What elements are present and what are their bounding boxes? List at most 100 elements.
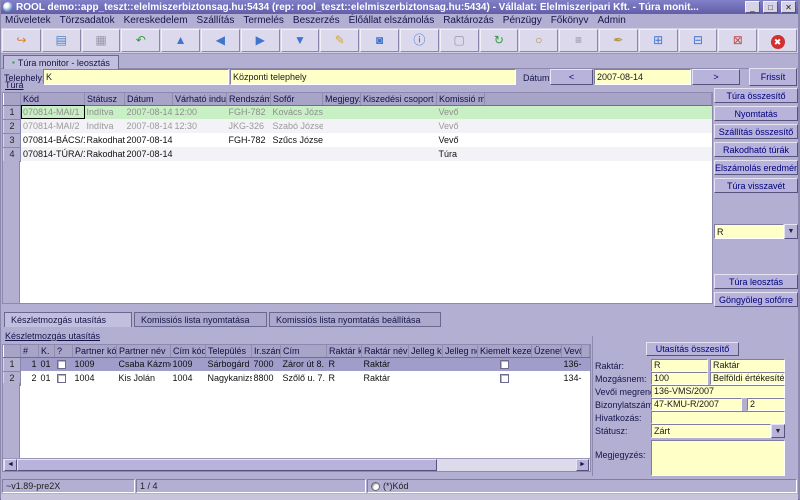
menu-penzugy[interactable]: Pénzügy: [503, 15, 542, 26]
tura-leosztas-button[interactable]: Túra leosztás: [714, 274, 798, 289]
cell-telepules: Nagykanizsa: [206, 371, 252, 385]
scrollbar-thumb[interactable]: [17, 459, 437, 471]
col-filler: [582, 345, 590, 357]
cell-uzenet: [532, 357, 562, 371]
exit-button[interactable]: ↪: [2, 29, 41, 52]
pen-button[interactable]: ✒: [599, 29, 638, 52]
minimize-button[interactable]: _: [745, 1, 760, 13]
tura-osszesito-button[interactable]: Túra összesítő: [714, 88, 798, 103]
raktar-code-input[interactable]: R: [651, 359, 708, 372]
last-record-button[interactable]: ▼: [281, 29, 320, 52]
cell-jelleg-kod: [409, 371, 443, 385]
menu-eloallat-elszamolas[interactable]: Élőállat elszámolás: [349, 15, 435, 26]
search-button[interactable]: ○: [519, 29, 558, 52]
telephely-code-input[interactable]: K: [43, 69, 229, 85]
menu-admin[interactable]: Admin: [598, 15, 626, 26]
row-number[interactable]: 1: [4, 357, 21, 371]
bizonylat-count-input[interactable]: 2: [747, 398, 785, 411]
menu-torzsadatok[interactable]: Törzsadatok: [60, 15, 115, 26]
undo-button[interactable]: ↶: [121, 29, 160, 52]
tura-row[interactable]: 1 070814-MAI/1 Indítva 2007-08-14 12:00 …: [4, 105, 712, 119]
data-button[interactable]: ◙: [360, 29, 399, 52]
date-next-button[interactable]: >: [692, 69, 740, 85]
cell-partner-nev: Kis Jolán: [117, 371, 171, 385]
toolbar: ↪ ▤ ▦ ↶ ▲ ◀ ▶ ▼ ✎ ◙ ⓘ ▢ ↻ ○ ≡ ✒ ⊞ ⊟ ⊠ ✖: [1, 28, 798, 54]
row-number[interactable]: 4: [4, 147, 21, 161]
tura-visszavet-button[interactable]: Túra visszavét: [714, 178, 798, 193]
cell-kod: 070814-TÚRA/1: [21, 147, 85, 161]
cell-statusz: Rakodható: [85, 133, 125, 147]
row-number[interactable]: 2: [4, 119, 21, 133]
keszletmozgas-grid: # K. ? Partner kód Partner név Cím kód T…: [2, 344, 591, 472]
save-button[interactable]: ▦: [82, 29, 121, 52]
elszamolas-eredmeny-button[interactable]: Elszámolás eredmény: [714, 160, 798, 175]
telephely-name-input[interactable]: Központi telephely: [230, 69, 516, 85]
menu-raktarozas[interactable]: Raktározás: [443, 15, 494, 26]
col-telepules: Település: [206, 345, 252, 357]
gongyoleg-soforre-button[interactable]: Göngyöleg sofőrre: [714, 292, 798, 307]
edit-button[interactable]: ✎: [320, 29, 359, 52]
refresh-button[interactable]: ↻: [480, 29, 519, 52]
megjegyzes-textarea[interactable]: [651, 440, 785, 476]
kiemelt-checkbox[interactable]: [500, 374, 509, 383]
raktar-dropdown-value[interactable]: R: [714, 224, 784, 239]
statusz-dropdown-value[interactable]: Zárt: [651, 424, 771, 438]
next-record-button[interactable]: ▶: [241, 29, 280, 52]
refresh-list-button[interactable]: Frissít: [749, 68, 797, 86]
nyomtatas-button[interactable]: Nyomtatás: [714, 106, 798, 121]
bizonylatszam-input[interactable]: 47-KMU-R/2007: [651, 398, 742, 411]
first-record-button[interactable]: ▲: [161, 29, 200, 52]
menu-termeles[interactable]: Termelés: [243, 15, 284, 26]
prev-record-button[interactable]: ◀: [201, 29, 240, 52]
kod-radio[interactable]: [371, 482, 380, 491]
date-prev-button[interactable]: <: [550, 69, 593, 85]
hivatkozas-input[interactable]: [651, 411, 785, 424]
col-raktar-kod: Raktár kód: [327, 345, 362, 357]
close-button[interactable]: ✕: [781, 1, 796, 13]
info-button[interactable]: ⓘ: [400, 29, 439, 52]
keszletmozgas-row[interactable]: 1 1 01 1009 Csaba Kázmér 1009 Sárbogárd …: [4, 357, 590, 371]
scroll-right-icon: ►: [579, 461, 586, 468]
horizontal-scrollbar[interactable]: ◄ ►: [3, 458, 590, 471]
tura-row[interactable]: 2 070814-MAI/2 Indítva 2007-08-14 12:30 …: [4, 119, 712, 133]
tab-label: Komissiós lista nyomtatása: [141, 315, 250, 325]
tura-row[interactable]: 3 070814-BÁCS/1 Rakodható 2007-08-14 FGH…: [4, 133, 712, 147]
tab-keszletmozgas-utasitas[interactable]: Készletmozgás utasítás: [4, 312, 132, 327]
kiemelt-checkbox[interactable]: [500, 360, 509, 369]
row-checkbox[interactable]: [57, 360, 66, 369]
date-input[interactable]: 2007-08-14: [594, 69, 691, 85]
row-number[interactable]: 3: [4, 133, 21, 147]
menu-kereskedelem[interactable]: Kereskedelem: [124, 15, 188, 26]
utasitas-osszesito-button[interactable]: Utasítás összesítő: [646, 342, 739, 356]
tura-section-label: Túra: [5, 80, 24, 90]
cell-rendszam: FGH-782: [227, 105, 271, 119]
tab-komissios-lista-nyomtatasa[interactable]: Komissiós lista nyomtatása: [134, 312, 267, 327]
row-number[interactable]: 1: [4, 105, 21, 119]
window-button[interactable]: ▢: [440, 29, 479, 52]
menu-muveletek[interactable]: Műveletek: [5, 15, 51, 26]
row-checkbox[interactable]: [57, 374, 66, 383]
mozgasnem-code-input[interactable]: 100: [651, 372, 708, 385]
rakodhato-turak-button[interactable]: Rakodható túrák: [714, 142, 798, 157]
cell-datum: 2007-08-14: [125, 105, 173, 119]
cancel-button[interactable]: ✖: [758, 29, 797, 52]
szallitas-osszesito-button[interactable]: Szállítás összesítő: [714, 124, 798, 139]
tab-tura-monitor[interactable]: ▪ Túra monitor - leosztás: [3, 55, 119, 69]
table-add-button[interactable]: ⊟: [679, 29, 718, 52]
vevoi-megrendeles-input[interactable]: 136-VMS/2007: [651, 385, 785, 398]
open-button[interactable]: ▤: [42, 29, 81, 52]
mozgasnem-name-input[interactable]: Belföldi értékesítés: [710, 372, 785, 385]
record-position-label: 1 / 4: [136, 479, 366, 493]
menu-beszerzes[interactable]: Beszerzés: [293, 15, 340, 26]
list-button[interactable]: ≡: [559, 29, 598, 52]
table-delete-button[interactable]: ⊠: [718, 29, 757, 52]
menu-szallitas[interactable]: Szállítás: [197, 15, 235, 26]
keszletmozgas-row[interactable]: 2 2 01 1004 Kis Jolán 1004 Nagykanizsa 8…: [4, 371, 590, 385]
cell-statusz: Indítva: [85, 105, 125, 119]
maximize-button[interactable]: □: [763, 1, 778, 13]
tura-row[interactable]: 4 070814-TÚRA/1 Rakodható 2007-08-14 Túr…: [4, 147, 712, 161]
menu-fokonyv[interactable]: Főkönyv: [551, 15, 589, 26]
raktar-name-input[interactable]: Raktár: [710, 359, 785, 372]
tab-komissios-lista-beallitasa[interactable]: Komissiós lista nyomtatás beállítása: [269, 312, 441, 327]
table-export-button[interactable]: ⊞: [639, 29, 678, 52]
